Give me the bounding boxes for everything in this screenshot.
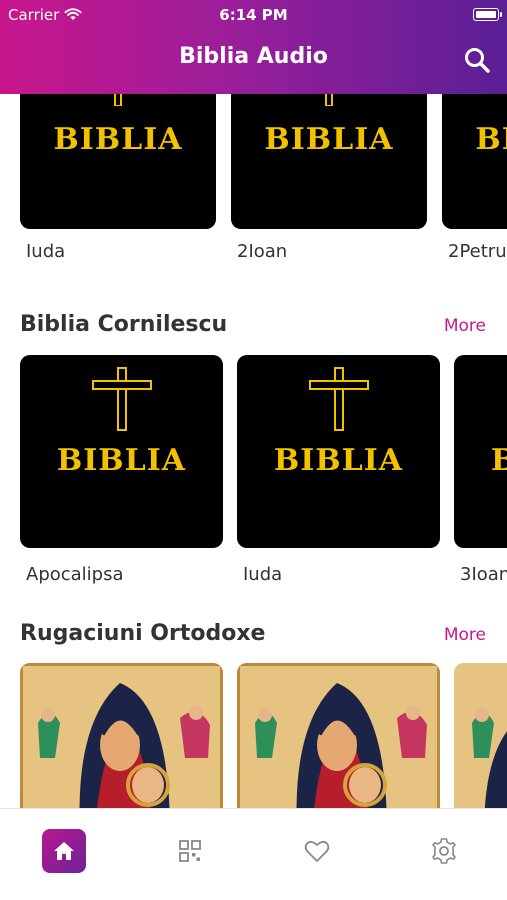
search-icon[interactable] <box>463 46 491 74</box>
cross-icon <box>325 94 333 106</box>
list-item[interactable]: BIBLIA Iuda <box>20 94 216 262</box>
item-title: Iuda <box>243 564 283 585</box>
list-item[interactable]: BIBLIA 2Ioan <box>231 94 427 262</box>
list-item[interactable]: BIBLIA 2Petru <box>442 94 507 262</box>
cross-icon <box>309 367 369 431</box>
cross-icon <box>92 367 152 431</box>
tab-settings[interactable] <box>422 829 466 873</box>
status-bar: Carrier 6:14 PM <box>0 4 507 26</box>
more-link[interactable]: More <box>444 625 486 645</box>
icon-painting-image[interactable] <box>20 663 223 808</box>
clock: 6:14 PM <box>219 6 288 24</box>
carousel-biblia-cornilescu[interactable]: BIBLIA Apocalipsa BIBLIA Iuda BIBLIA 3Io… <box>20 355 507 585</box>
more-link[interactable]: More <box>444 316 486 336</box>
list-item[interactable] <box>20 663 223 808</box>
biblia-label: BIBLIA <box>490 443 507 478</box>
list-item[interactable] <box>237 663 440 808</box>
biblia-label: BIBLIA <box>53 122 183 157</box>
bible-cover-image[interactable]: BIBLIA <box>237 355 440 548</box>
bible-cover-image[interactable]: BIBLIA <box>20 94 216 229</box>
icon-painting-image[interactable] <box>454 663 507 808</box>
list-item[interactable]: BIBLIA Apocalipsa <box>20 355 223 585</box>
gear-icon <box>432 838 456 864</box>
tab-categories[interactable] <box>168 829 212 873</box>
bible-cover-image[interactable]: BIBLIA <box>231 94 427 229</box>
item-title: 2Petru <box>448 241 507 262</box>
orthodox-icon-artwork <box>20 663 223 808</box>
orthodox-icon-artwork <box>237 663 440 808</box>
biblia-label: BIBLIA <box>56 443 187 478</box>
heart-icon <box>304 840 330 862</box>
item-title: 3Ioan <box>460 564 507 585</box>
icon-painting-image[interactable] <box>237 663 440 808</box>
biblia-label: BIBLIA <box>264 122 394 157</box>
cross-icon <box>114 94 122 106</box>
biblia-label: BIBLIA <box>273 443 404 478</box>
tab-home[interactable] <box>42 829 86 873</box>
carousel-rugaciuni-ortodoxe[interactable] <box>20 663 507 808</box>
bible-cover-image[interactable]: BIBLIA <box>20 355 223 548</box>
home-feed[interactable]: BIBLIA Iuda BIBLIA 2Ioan BIBLIA 2Petru B… <box>0 94 507 808</box>
battery-icon <box>473 8 502 21</box>
bottom-tab-bar <box>0 808 507 900</box>
page-title: Biblia Audio <box>179 44 328 69</box>
list-item[interactable]: BIBLIA Iuda <box>237 355 440 585</box>
item-title: Apocalipsa <box>26 564 124 585</box>
app-header: Carrier 6:14 PM Biblia Audio <box>0 0 507 94</box>
biblia-label: BIBLIA <box>475 122 507 157</box>
section-title: Biblia Cornilescu <box>20 312 228 337</box>
section-title: Rugaciuni Ortodoxe <box>20 621 266 646</box>
tab-favorites[interactable] <box>295 829 339 873</box>
list-item[interactable] <box>454 663 507 808</box>
orthodox-icon-artwork <box>454 663 507 808</box>
bible-cover-image[interactable]: BIBLIA <box>454 355 507 548</box>
carousel-top[interactable]: BIBLIA Iuda BIBLIA 2Ioan BIBLIA 2Petru <box>20 94 507 262</box>
item-title: Iuda <box>26 241 66 262</box>
grid-icon <box>179 840 201 862</box>
home-icon <box>54 842 74 860</box>
list-item[interactable]: BIBLIA 3Ioan <box>454 355 507 585</box>
item-title: 2Ioan <box>237 241 288 262</box>
bible-cover-image[interactable]: BIBLIA <box>442 94 507 229</box>
